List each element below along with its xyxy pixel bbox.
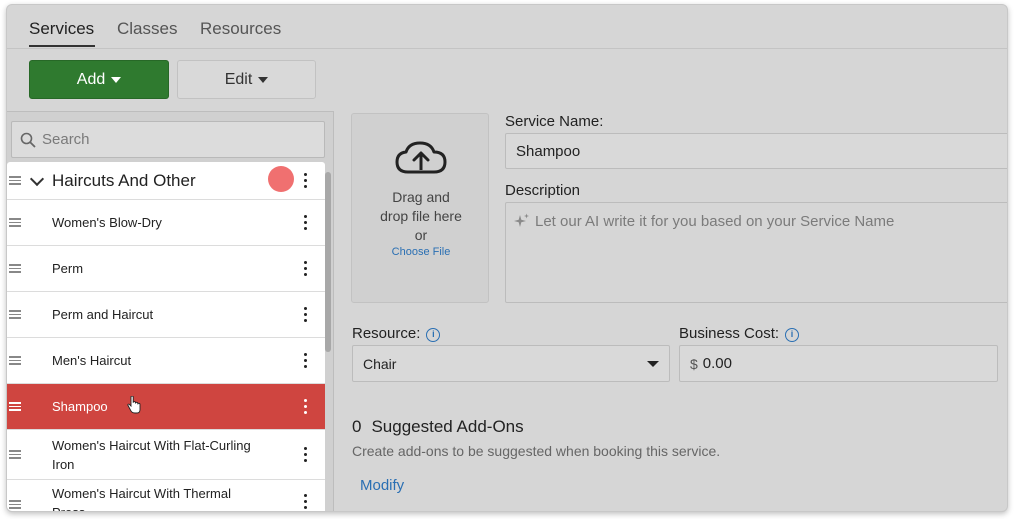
more-options-icon[interactable] — [304, 447, 307, 462]
search-icon — [20, 132, 36, 148]
business-cost-input[interactable]: $ 0.00 — [679, 345, 998, 382]
resource-value: Chair — [363, 355, 397, 372]
currency-symbol: $ — [690, 355, 698, 372]
list-item-label: Women's Haircut With Flat-Curling Iron — [52, 437, 251, 472]
drag-handle-icon[interactable] — [9, 176, 21, 185]
drag-handle-icon[interactable] — [9, 356, 21, 365]
group-title: Haircuts And Other — [52, 170, 196, 190]
cloud-upload-icon — [395, 141, 447, 174]
modify-link[interactable]: Modify — [360, 477, 404, 494]
list-item[interactable]: Men's Haircut — [7, 338, 325, 384]
list-item-label: Women's Blow-Dry — [52, 215, 162, 230]
search-input[interactable] — [42, 131, 312, 148]
tab-classes[interactable]: Classes — [117, 19, 177, 39]
choose-file-link[interactable]: Choose File — [352, 246, 490, 258]
more-options-icon[interactable] — [304, 215, 307, 230]
resource-label: Resource: i — [352, 325, 441, 342]
list-item-selected[interactable]: Shampoo — [7, 384, 325, 430]
service-group-row[interactable]: Haircuts And Other — [7, 162, 325, 200]
service-name-input[interactable]: Shampoo — [505, 133, 1007, 169]
description-placeholder: Let our AI write it for you based on you… — [535, 213, 895, 230]
search-box[interactable] — [11, 121, 325, 158]
image-upload-dropzone[interactable]: Drag and drop file here or Choose File — [351, 113, 489, 303]
chevron-down-icon[interactable] — [29, 171, 45, 187]
ai-sparkle-icon — [514, 213, 529, 227]
indicator-dot — [268, 166, 294, 192]
app-window: Services Classes Resources Add Edit Hair… — [6, 4, 1008, 512]
list-item-label: Perm and Haircut — [52, 307, 154, 322]
description-textarea[interactable]: Let our AI write it for you based on you… — [505, 202, 1007, 303]
info-icon[interactable]: i — [785, 328, 800, 342]
more-options-icon[interactable] — [304, 399, 307, 414]
edit-button[interactable]: Edit — [177, 60, 316, 99]
addons-help-text: Create add-ons to be suggested when book… — [352, 443, 721, 459]
list-item-label: Men's Haircut — [52, 353, 132, 368]
drag-handle-icon[interactable] — [9, 450, 21, 459]
list-scrollbar[interactable] — [325, 172, 331, 352]
tab-services[interactable]: Services — [29, 19, 94, 39]
list-item[interactable]: Women's Haircut With Thermal Press — [7, 480, 325, 511]
active-tab-indicator — [29, 45, 95, 47]
business-cost-label: Business Cost: i — [679, 325, 800, 342]
more-options-icon[interactable] — [304, 353, 307, 368]
list-item[interactable]: Women's Haircut With Flat-Curling Iron — [7, 430, 325, 480]
list-item[interactable]: Perm — [7, 246, 325, 292]
list-item[interactable]: Women's Blow-Dry — [7, 200, 325, 246]
pointer-cursor-icon — [127, 396, 141, 414]
service-name-label: Service Name: — [505, 113, 604, 130]
tab-resources[interactable]: Resources — [200, 19, 281, 39]
list-item[interactable]: Perm and Haircut — [7, 292, 325, 338]
add-button-label: Add — [76, 70, 106, 88]
tab-bar: Services Classes Resources — [7, 5, 1007, 49]
more-options-icon[interactable] — [304, 173, 307, 188]
resource-select[interactable]: Chair — [352, 345, 670, 382]
caret-down-icon — [647, 361, 659, 367]
dropzone-text: Drag and drop file here or — [380, 189, 462, 243]
suggested-addons-heading: 0 Suggested Add-Ons — [352, 417, 524, 436]
more-options-icon[interactable] — [304, 261, 307, 276]
service-name-value: Shampoo — [516, 142, 581, 160]
caret-down-icon — [111, 76, 122, 83]
edit-button-label: Edit — [224, 70, 253, 88]
drag-handle-icon[interactable] — [9, 310, 21, 319]
drag-handle-icon[interactable] — [9, 500, 21, 509]
list-item-label: Perm — [52, 261, 84, 276]
services-list: Haircuts And Other Women's Blow-Dry Perm… — [7, 162, 325, 511]
more-options-icon[interactable] — [304, 307, 307, 322]
addons-count: 0 — [352, 417, 362, 436]
caret-down-icon — [258, 76, 269, 83]
description-label: Description — [505, 182, 581, 199]
drag-handle-icon[interactable] — [9, 264, 21, 273]
drag-handle-icon[interactable] — [9, 218, 21, 227]
services-panel: Haircuts And Other Women's Blow-Dry Perm… — [7, 111, 334, 511]
list-item-label: Shampoo — [52, 399, 108, 414]
more-options-icon[interactable] — [304, 494, 307, 509]
drag-handle-icon[interactable] — [9, 402, 21, 411]
business-cost-value: 0.00 — [702, 355, 732, 372]
list-item-label: Women's Haircut With Thermal Press — [52, 486, 231, 511]
add-button[interactable]: Add — [29, 60, 169, 99]
info-icon[interactable]: i — [426, 328, 441, 342]
